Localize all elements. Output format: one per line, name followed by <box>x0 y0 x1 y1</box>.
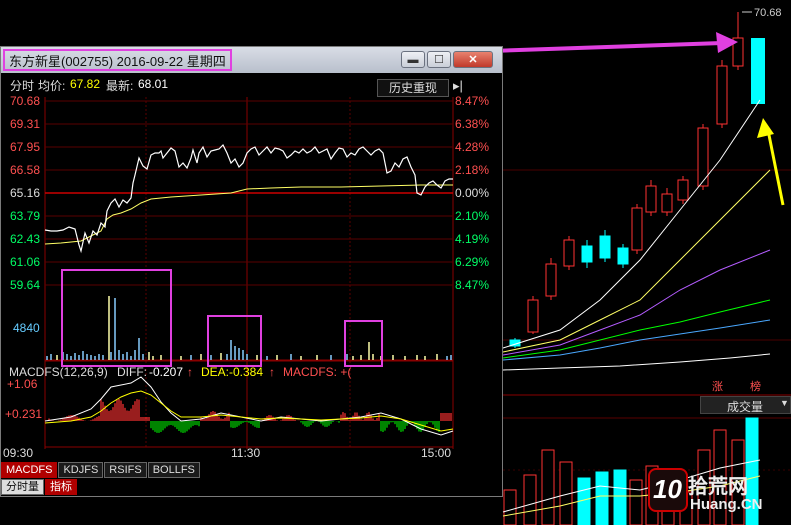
percent-tick-label: 4.19% <box>455 232 490 246</box>
diff-line <box>44 376 454 436</box>
volume-bar <box>541 449 555 525</box>
macd-axis-top: +1.06 <box>7 377 38 391</box>
volume-axis-label: 4840 <box>13 321 40 335</box>
tab-bollfs[interactable]: BOLLFS <box>147 462 200 478</box>
watermark-site: 拾荒网 <box>688 476 748 498</box>
percent-tick-label: 8.47% <box>455 278 490 292</box>
percent-tick-label: 0.00% <box>455 186 490 200</box>
price-tick-label: 62.43 <box>10 232 41 246</box>
price-tick-label: 70.68 <box>10 94 41 108</box>
macdfs-label: MACDFS: +( <box>283 365 352 379</box>
candle-body <box>751 38 765 104</box>
candle-body <box>581 245 593 263</box>
percent-tick-label: 4.28% <box>455 140 490 154</box>
candle-body <box>631 207 643 251</box>
volume-bar <box>613 469 627 525</box>
tab-minute-volume[interactable]: 分时量 <box>1 479 44 495</box>
candle-body <box>527 299 539 333</box>
indicator-tabs: MACDFS KDJFS RSIFS BOLLFS <box>1 462 201 478</box>
watermark-domain: Huang.CN <box>690 496 763 513</box>
yellow-arrowhead <box>757 118 774 138</box>
price-tick-label: 66.58 <box>10 163 41 177</box>
percent-tick-label: 2.10% <box>455 209 490 223</box>
price-tick-label: 69.31 <box>10 117 41 131</box>
candle-body <box>599 235 611 259</box>
price-tick-label: 61.06 <box>10 255 41 269</box>
price-line-path <box>44 143 453 254</box>
price-tick-label: 65.16 <box>10 186 41 200</box>
candle-body <box>563 239 575 267</box>
candle-body <box>617 247 629 265</box>
candle-body <box>677 179 689 201</box>
candle-body <box>645 185 657 213</box>
volume-bar <box>503 489 517 525</box>
arrow-up-icon: ↑ <box>269 365 275 379</box>
intraday-volume-bars <box>46 296 452 360</box>
bottom-tabs: 分时量 指标 <box>1 479 78 495</box>
chevron-down-icon: ▼ <box>780 398 789 408</box>
watermark-logo-text: 10 <box>653 474 682 504</box>
watermark-logo: 10 <box>648 468 688 512</box>
percent-tick-label: 6.38% <box>455 117 490 131</box>
high-price-label: 70.68 <box>754 7 782 19</box>
ma-yellow <box>502 169 771 353</box>
ma-purple <box>502 249 771 356</box>
candlesticks <box>509 12 765 348</box>
candle-body <box>661 193 673 213</box>
price-tick-label: 63.79 <box>10 209 41 223</box>
tag-zhang[interactable]: 涨 <box>712 378 723 394</box>
price-tick-label: 67.95 <box>10 140 41 154</box>
volume-select-label: 成交量 <box>727 400 764 414</box>
price-line <box>44 143 453 254</box>
ma-green <box>502 299 771 359</box>
dea-value: -0.384 <box>229 365 264 379</box>
arrow-up-icon: ↑ <box>187 365 193 379</box>
tag-bang[interactable]: 榜 <box>750 378 761 394</box>
tab-kdjfs[interactable]: KDJFS <box>58 462 104 478</box>
macd-lines <box>44 376 454 436</box>
macd-axis-mid: +0.231 <box>5 407 43 421</box>
dea-line <box>44 390 454 432</box>
highlight-box-1 <box>61 269 172 367</box>
tab-rsifs[interactable]: RSIFS <box>104 462 147 478</box>
percent-tick-label: 8.47% <box>455 94 490 108</box>
intraday-window[interactable]: 东方新星(002755) 2016-09-22 星期四 ▬ ☐ ✕ 分时 均价:… <box>0 46 503 497</box>
percent-tick-label: 2.18% <box>455 163 490 177</box>
diff-label: DIFF: <box>117 365 147 379</box>
dea-label: DEA: <box>201 365 230 379</box>
highlight-box-3 <box>344 320 383 367</box>
volume-bar <box>595 471 609 525</box>
diff-value: -0.207 <box>149 365 184 379</box>
volume-select[interactable]: 成交量 ▼ <box>700 396 791 414</box>
volume-bar <box>523 474 537 525</box>
percent-tick-label: 6.29% <box>455 255 490 269</box>
candle-body <box>545 263 557 297</box>
price-grid <box>45 100 453 286</box>
candle-body <box>716 65 728 125</box>
intraday-chart[interactable] <box>1 47 502 496</box>
time-mid: 11:30 <box>231 446 261 460</box>
volume-bar <box>629 479 643 525</box>
tab-indicator[interactable]: 指标 <box>45 479 77 495</box>
yellow-arrow <box>766 129 785 206</box>
tab-macdfs[interactable]: MACDFS <box>1 462 58 478</box>
time-end: 15:00 <box>421 446 452 460</box>
time-start: 09:30 <box>3 446 34 460</box>
price-tick-label: 59.64 <box>10 278 41 292</box>
